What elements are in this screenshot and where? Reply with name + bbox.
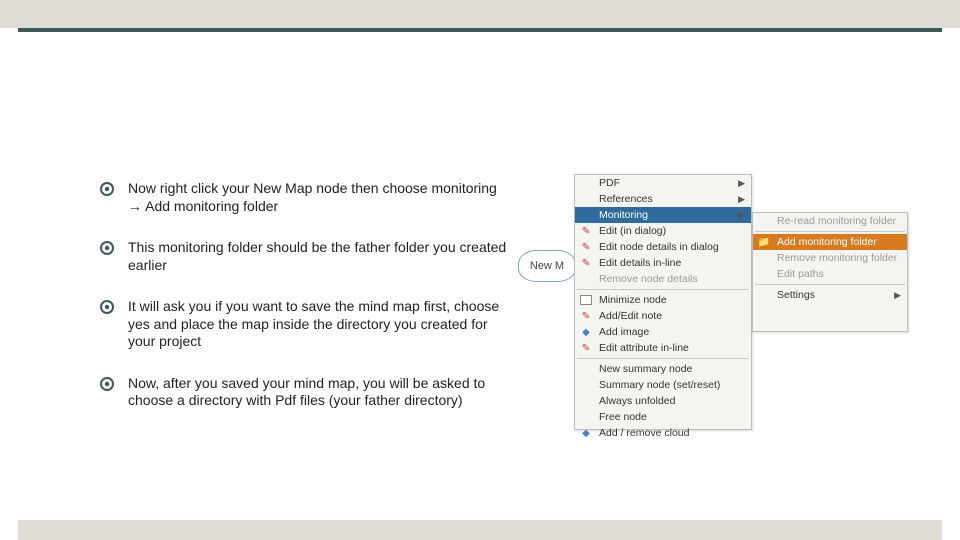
menu-separator	[577, 289, 749, 290]
bullet-text: Now right click your New Map node then c…	[128, 180, 510, 215]
blank-icon	[579, 272, 593, 286]
menu-item[interactable]: New summary node	[575, 361, 751, 377]
blank-icon	[579, 410, 593, 424]
blank-icon	[757, 267, 771, 281]
menu-item[interactable]: Free node	[575, 409, 751, 425]
menu-item-label: Add monitoring folder	[777, 236, 901, 248]
context-submenu-monitoring: Re-read monitoring folder 📁 Add monitoring…	[752, 212, 908, 332]
blank-icon	[579, 362, 593, 376]
menu-item[interactable]: Settings ▶	[753, 287, 907, 303]
menu-item-label: Free node	[599, 411, 745, 423]
menu-item-label: Edit (in dialog)	[599, 225, 745, 237]
menu-item[interactable]: Always unfolded	[575, 393, 751, 409]
target-icon	[100, 241, 114, 255]
menu-item[interactable]: ◆ Add image	[575, 324, 751, 340]
menu-item-label: New summary node	[599, 363, 745, 375]
blank-icon	[579, 378, 593, 392]
blank-icon	[579, 394, 593, 408]
blank-icon	[757, 214, 771, 228]
blank-icon	[579, 192, 593, 206]
menu-separator	[755, 231, 905, 232]
menu-item-label: PDF	[599, 177, 732, 189]
mindmap-node-label: New M	[530, 260, 564, 272]
blank-icon	[757, 251, 771, 265]
edit-icon: ✎	[579, 309, 593, 323]
menu-item-label: Add image	[599, 326, 745, 338]
footer-bar	[18, 520, 942, 540]
menu-item[interactable]: References ▶	[575, 191, 751, 207]
menu-item[interactable]: ✎ Edit (in dialog)	[575, 223, 751, 239]
menu-item-label: Minimize node	[599, 294, 745, 306]
target-icon	[100, 377, 114, 391]
edit-icon: ✎	[579, 224, 593, 238]
menu-item[interactable]: Monitoring ▶	[575, 207, 751, 223]
menu-item[interactable]: PDF ▶	[575, 175, 751, 191]
submenu-arrow-icon: ▶	[738, 178, 745, 189]
menu-item-label: Edit attribute in-line	[599, 342, 745, 354]
embedded-menu-screenshot: New M PDF ▶ References ▶ Monitoring ▶ ✎ Edit (i…	[518, 174, 908, 430]
bullet-item: This monitoring folder should be the fat…	[100, 239, 510, 274]
edit-icon: ✎	[579, 341, 593, 355]
blue-icon: ◆	[579, 426, 593, 440]
menu-item[interactable]: ✎ Edit attribute in-line	[575, 340, 751, 356]
submenu-arrow-icon: ▶	[738, 210, 745, 221]
target-icon	[100, 300, 114, 314]
menu-item[interactable]: 📁 Add monitoring folder	[753, 234, 907, 250]
blank-icon	[579, 176, 593, 190]
edit-icon: ✎	[579, 256, 593, 270]
menu-item: Re-read monitoring folder	[753, 213, 907, 229]
menu-item-label: Summary node (set/reset)	[599, 379, 745, 391]
menu-item-label: Monitoring	[599, 209, 732, 221]
menu-item[interactable]: ◆ Add / remove cloud	[575, 425, 751, 441]
menu-item[interactable]: ✎ Edit details in-line	[575, 255, 751, 271]
menu-item-label: Always unfolded	[599, 395, 745, 407]
menu-item-label: References	[599, 193, 732, 205]
menu-item[interactable]: Summary node (set/reset)	[575, 377, 751, 393]
menu-item-label: Remove node details	[599, 273, 745, 285]
menu-item[interactable]: ✎ Edit node details in dialog	[575, 239, 751, 255]
menu-item-label: Settings	[777, 289, 888, 301]
menu-item-label: Add / remove cloud	[599, 427, 745, 439]
header-divider	[18, 28, 942, 32]
menu-item-label: Edit node details in dialog	[599, 241, 745, 253]
bullet-text: It will ask you if you want to save the …	[128, 298, 510, 351]
edit-icon: ✎	[579, 240, 593, 254]
bullet-item: Now, after you saved your mind map, you …	[100, 375, 510, 410]
menu-separator	[755, 284, 905, 285]
submenu-arrow-icon: ▶	[738, 194, 745, 205]
menu-item-label: Edit paths	[777, 268, 901, 280]
menu-item[interactable]: Minimize node	[575, 292, 751, 308]
bullet-text: Now, after you saved your mind map, you …	[128, 375, 510, 410]
menu-item: Remove node details	[575, 271, 751, 287]
menu-item-label: Re-read monitoring folder	[777, 215, 901, 227]
menu-item[interactable]: ✎ Add/Edit note	[575, 308, 751, 324]
mindmap-node: New M	[518, 250, 576, 282]
blank-icon	[579, 208, 593, 222]
header-bar	[0, 0, 960, 28]
blue-icon: ◆	[579, 325, 593, 339]
menu-item: Remove monitoring folder	[753, 250, 907, 266]
menu-separator	[577, 358, 749, 359]
target-icon	[100, 182, 114, 196]
box-icon	[579, 293, 593, 307]
submenu-arrow-icon: ▶	[894, 290, 901, 301]
bullet-item: Now right click your New Map node then c…	[100, 180, 510, 215]
blank-icon	[757, 288, 771, 302]
bullet-text: This monitoring folder should be the fat…	[128, 239, 510, 274]
menu-item-label: Edit details in-line	[599, 257, 745, 269]
bullet-list: Now right click your New Map node then c…	[100, 180, 510, 434]
context-menu-primary: PDF ▶ References ▶ Monitoring ▶ ✎ Edit (in dial…	[574, 174, 752, 430]
bullet-item: It will ask you if you want to save the …	[100, 298, 510, 351]
menu-item-label: Remove monitoring folder	[777, 252, 901, 264]
folder-icon: 📁	[757, 235, 771, 249]
menu-item: Edit paths	[753, 266, 907, 282]
menu-item-label: Add/Edit note	[599, 310, 745, 322]
